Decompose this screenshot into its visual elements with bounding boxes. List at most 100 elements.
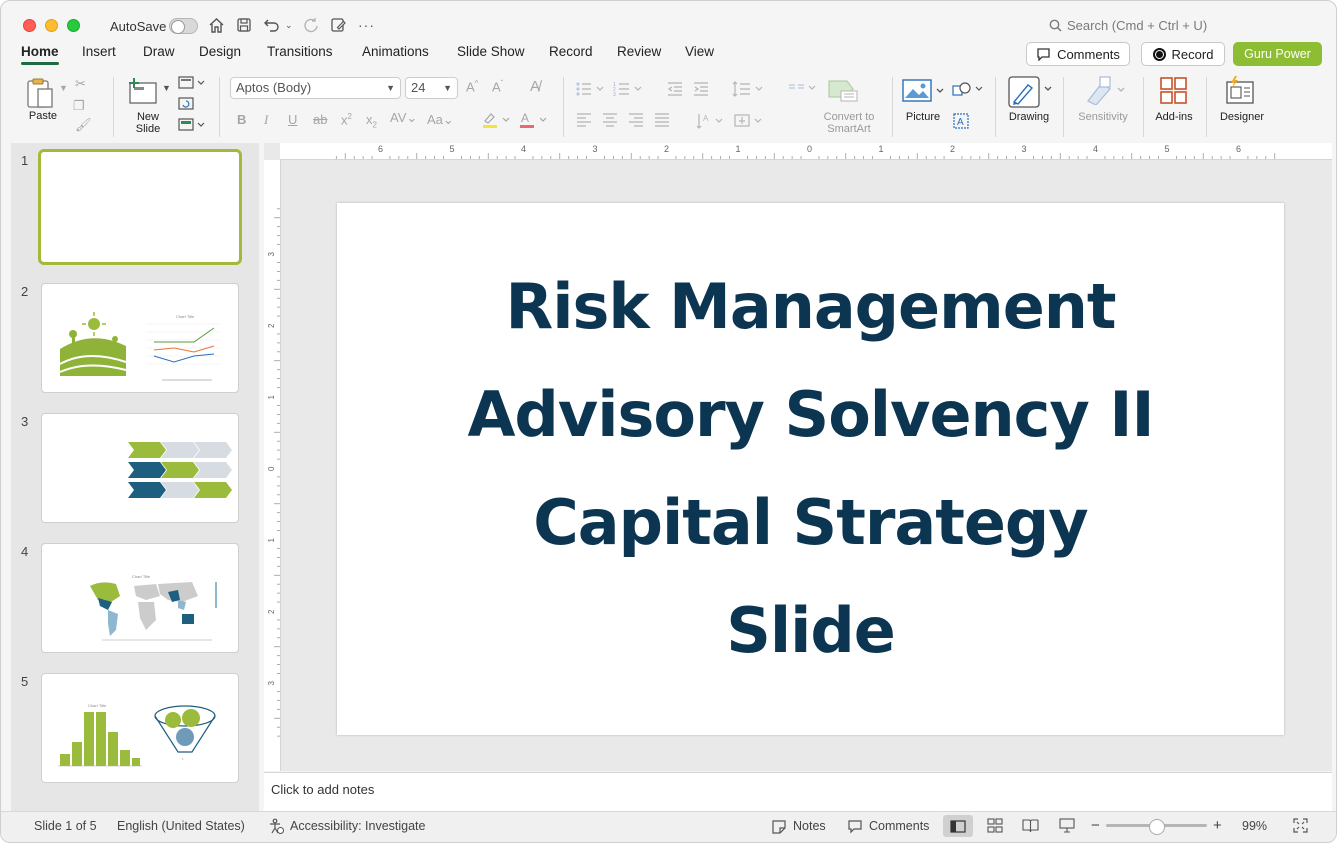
new-slide-icon[interactable]: [128, 77, 160, 108]
record-icon: [1152, 47, 1166, 61]
picture-icon[interactable]: [902, 78, 946, 107]
accessibility-status[interactable]: Accessibility: Investigate: [290, 819, 425, 833]
thumbnail-number: 4: [21, 544, 29, 559]
tab-animations[interactable]: Animations: [362, 44, 429, 59]
align-center-icon: [602, 113, 618, 130]
close-window-button[interactable]: [23, 19, 36, 32]
shapes-icon[interactable]: [952, 81, 984, 100]
ruler-number: 0: [267, 466, 276, 471]
drawing-icon[interactable]: [1008, 76, 1054, 111]
autosave-toggle[interactable]: [169, 18, 198, 34]
section-icon[interactable]: [178, 117, 206, 136]
accessibility-icon[interactable]: [268, 818, 284, 837]
language-indicator[interactable]: English (United States): [117, 819, 245, 833]
new-slide-dropdown-icon[interactable]: ▼: [162, 83, 171, 93]
paste-icon[interactable]: [25, 77, 59, 112]
slide-thumbnail-4[interactable]: Chart Title: [41, 543, 239, 653]
notes-pane[interactable]: Click to add notes: [264, 772, 1332, 811]
svg-text:3: 3: [613, 92, 616, 97]
slide-show-icon[interactable]: [1059, 818, 1075, 836]
minimize-window-button[interactable]: [45, 19, 58, 32]
paste-dropdown-icon[interactable]: ▼: [59, 83, 68, 93]
increase-font-size-icon: A^: [466, 79, 479, 95]
ribbon-tabs: Home Insert Draw Design Transitions Anim…: [1, 41, 1336, 67]
customize-icon[interactable]: [330, 15, 347, 35]
ruler-number: 1: [879, 144, 884, 154]
convert-smartart-label-1: Convert to: [823, 111, 875, 123]
convert-smartart-label-2: SmartArt: [827, 123, 871, 135]
guru-power-button[interactable]: Guru Power: [1233, 42, 1322, 66]
slide-title[interactable]: Risk Management Advisory Solvency II Cap…: [421, 253, 1201, 685]
font-color-icon: A: [518, 111, 550, 132]
record-button[interactable]: Record: [1141, 42, 1225, 66]
normal-view-icon: [950, 819, 966, 833]
undo-icon[interactable]: [263, 15, 281, 35]
decrease-indent-icon: [667, 81, 683, 100]
svg-text:•: •: [182, 756, 184, 761]
thumbnail-number: 3: [21, 414, 29, 429]
fit-to-window-icon[interactable]: [1293, 818, 1308, 836]
slide-title-line: Slide: [726, 594, 896, 667]
autosave-label: AutoSave: [110, 19, 167, 34]
more-options-icon[interactable]: ···: [358, 15, 375, 35]
text-box-icon[interactable]: A: [953, 113, 969, 132]
slide-thumbnail-1[interactable]: [38, 149, 242, 265]
home-icon[interactable]: [208, 15, 225, 35]
strikethrough-icon: ab: [313, 112, 328, 127]
tab-insert[interactable]: Insert: [82, 44, 116, 59]
search-box[interactable]: Search (Cmd + Ctrl + U): [1049, 18, 1207, 33]
change-case-icon: Aa⌄: [427, 112, 454, 127]
tab-slide-show[interactable]: Slide Show: [457, 44, 525, 59]
align-left-icon: [576, 113, 592, 130]
clear-formatting-icon: A̸: [530, 78, 541, 95]
tab-record[interactable]: Record: [549, 44, 593, 59]
designer-icon[interactable]: [1225, 75, 1259, 108]
reading-view-icon[interactable]: [1022, 818, 1039, 836]
ribbon-home: ▼ Paste ✂ ❐ 🖌 ▼ New Slide Aptos (Body) ▼…: [1, 69, 1336, 141]
ruler-number: 2: [950, 144, 955, 154]
notes-icon[interactable]: [771, 819, 787, 837]
thumbnail-number: 2: [21, 284, 29, 299]
comments-button[interactable]: Comments: [1026, 42, 1130, 66]
ruler-number: 2: [267, 609, 276, 614]
notes-toggle[interactable]: Notes: [793, 819, 826, 833]
chevron-down-icon: ▼: [443, 83, 452, 93]
font-name-value: Aptos (Body): [236, 80, 312, 95]
slide-counter: Slide 1 of 5: [34, 819, 97, 833]
save-icon[interactable]: [236, 15, 252, 35]
svg-text:Chart Title: Chart Title: [132, 574, 151, 579]
text-direction-icon: A: [696, 112, 726, 133]
new-slide-label-2: Slide: [135, 123, 161, 135]
slide-title-line: Capital Strategy: [533, 486, 1088, 559]
comments-toggle[interactable]: Comments: [869, 819, 929, 833]
zoom-window-button[interactable]: [67, 19, 80, 32]
tab-draw[interactable]: Draw: [143, 44, 175, 59]
sensitivity-label: Sensitivity: [1078, 111, 1128, 123]
zoom-slider-handle[interactable]: [1149, 819, 1165, 835]
layout-icon[interactable]: [178, 75, 206, 94]
reset-icon[interactable]: [178, 96, 194, 114]
slide-canvas[interactable]: Risk Management Advisory Solvency II Cap…: [337, 203, 1284, 735]
highlight-icon: [481, 111, 513, 132]
zoom-in-icon[interactable]: +: [1213, 817, 1222, 834]
zoom-out-icon[interactable]: −: [1091, 817, 1100, 834]
slide-sorter-icon[interactable]: [987, 818, 1003, 836]
slide-thumbnail-5[interactable]: Chart Title •: [41, 673, 239, 783]
normal-view-button[interactable]: [943, 815, 973, 837]
line-spacing-icon: [732, 80, 768, 101]
font-name-field[interactable]: Aptos (Body) ▼: [230, 77, 401, 99]
tab-transitions[interactable]: Transitions: [267, 44, 333, 59]
add-ins-icon[interactable]: [1159, 76, 1189, 109]
tab-design[interactable]: Design: [199, 44, 241, 59]
zoom-level[interactable]: 99%: [1242, 819, 1267, 833]
slide-thumbnail-2[interactable]: Chart Title: [41, 283, 239, 393]
ruler-number: 6: [1236, 144, 1241, 154]
tab-view[interactable]: View: [685, 44, 714, 59]
slide-thumbnail-3[interactable]: [41, 413, 239, 523]
undo-dropdown-icon[interactable]: ⌄: [285, 15, 293, 35]
comment-icon[interactable]: [847, 819, 863, 837]
svg-text:Chart Title: Chart Title: [176, 314, 195, 319]
font-size-field[interactable]: 24 ▼: [405, 77, 458, 99]
tab-review[interactable]: Review: [617, 44, 661, 59]
tab-home[interactable]: Home: [21, 44, 59, 65]
